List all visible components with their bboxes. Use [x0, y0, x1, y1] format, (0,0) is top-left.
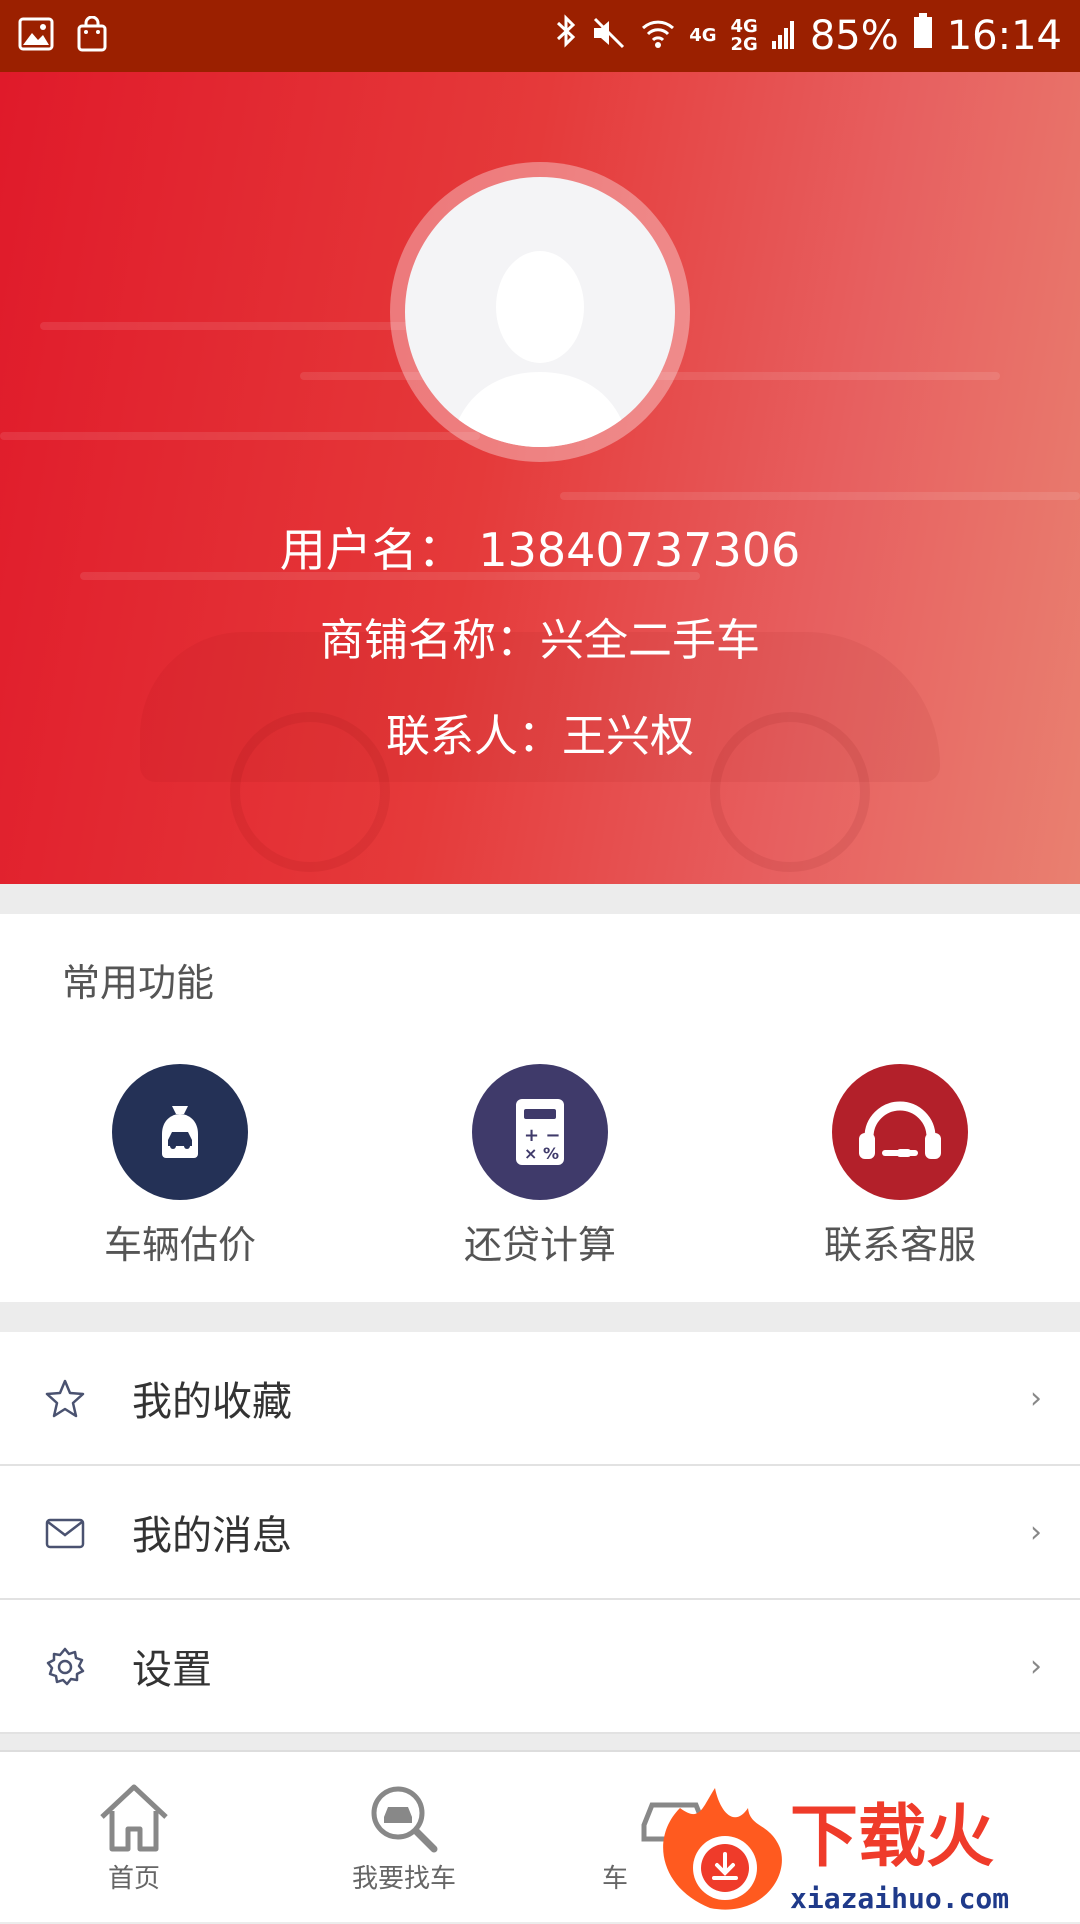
- tab-find-car[interactable]: 我要找车: [304, 1778, 504, 1895]
- tab-label: 首页: [107, 1864, 160, 1894]
- feature-label: 联系客服: [823, 1223, 976, 1267]
- tab-label: 我要找车: [351, 1864, 456, 1894]
- contact-label: 联系人：王兴权: [386, 711, 694, 762]
- battery-icon: [913, 13, 933, 59]
- status-bar: 4G 4G 2G 85% 16:14: [0, 0, 1080, 72]
- home-icon: [34, 1778, 234, 1858]
- tab-home[interactable]: 首页: [34, 1778, 234, 1895]
- vehicle-valuation-icon: [112, 1064, 248, 1200]
- battery-percent: 85%: [809, 13, 899, 59]
- star-icon: [44, 1378, 86, 1420]
- menu-item-settings[interactable]: 设置 ›: [0, 1600, 1080, 1734]
- svg-text:+ −: + −: [524, 1125, 560, 1146]
- bluetooth-icon: [555, 13, 577, 59]
- network-dual-label: 4G 2G: [731, 18, 758, 54]
- car-search-icon: [304, 1778, 504, 1858]
- mute-icon: [591, 13, 627, 59]
- username-label: 用户名： 13840737306: [279, 523, 801, 577]
- background-streak: [560, 492, 1080, 500]
- menu-item-messages[interactable]: 我的消息 ›: [0, 1466, 1080, 1600]
- svg-text:× %: × %: [524, 1144, 559, 1163]
- user-silhouette-icon: [450, 251, 630, 447]
- signal-icon: [771, 13, 796, 59]
- watermark-title: 下载火: [790, 1798, 994, 1877]
- watermark-logo: 下载火 xiazaihuo.com: [640, 1768, 1080, 1920]
- chevron-right-icon: ›: [1030, 1514, 1042, 1550]
- calculator-icon: + − × %: [472, 1064, 608, 1200]
- common-features-panel: 常用功能 车辆估价 + − × % 还贷计算 联系客服: [0, 914, 1080, 1302]
- avatar-image: [405, 177, 675, 447]
- section-title: 常用功能: [62, 961, 215, 1005]
- shopping-bag-notification-icon: [76, 15, 108, 56]
- chevron-right-icon: ›: [1030, 1380, 1042, 1416]
- avatar[interactable]: [390, 162, 690, 462]
- contact-support-button[interactable]: 联系客服: [780, 1064, 1020, 1269]
- menu-list: 我的收藏 › 我的消息 › 设置 ›: [0, 1332, 1080, 1734]
- menu-item-label: 我的收藏: [132, 1379, 292, 1425]
- clock: 16:14: [946, 13, 1062, 59]
- menu-item-favorites[interactable]: 我的收藏 ›: [0, 1332, 1080, 1466]
- flame-logo-icon: 下载火 xiazaihuo.com: [663, 1788, 1009, 1915]
- loan-calculator-button[interactable]: + − × % 还贷计算: [420, 1064, 660, 1269]
- chevron-right-icon: ›: [1030, 1648, 1042, 1684]
- headset-icon: [832, 1064, 968, 1200]
- wifi-icon: [641, 13, 675, 59]
- watermark-url: xiazaihuo.com: [790, 1882, 1009, 1915]
- network-type-label: 4G: [689, 25, 717, 46]
- feature-label: 还贷计算: [463, 1223, 616, 1267]
- vehicle-valuation-button[interactable]: 车辆估价: [60, 1064, 300, 1269]
- menu-item-label: 设置: [132, 1647, 212, 1693]
- background-streak: [0, 432, 480, 440]
- profile-header: 用户名： 13840737306 商铺名称：兴全二手车 联系人：王兴权: [0, 72, 1080, 884]
- menu-item-label: 我的消息: [132, 1513, 292, 1559]
- mail-icon: [44, 1512, 86, 1554]
- gallery-notification-icon: [18, 17, 54, 55]
- feature-label: 车辆估价: [103, 1223, 256, 1267]
- network-label-bottom: 2G: [730, 34, 758, 55]
- gear-icon: [44, 1646, 86, 1688]
- shop-name-label: 商铺名称：兴全二手车: [320, 615, 760, 666]
